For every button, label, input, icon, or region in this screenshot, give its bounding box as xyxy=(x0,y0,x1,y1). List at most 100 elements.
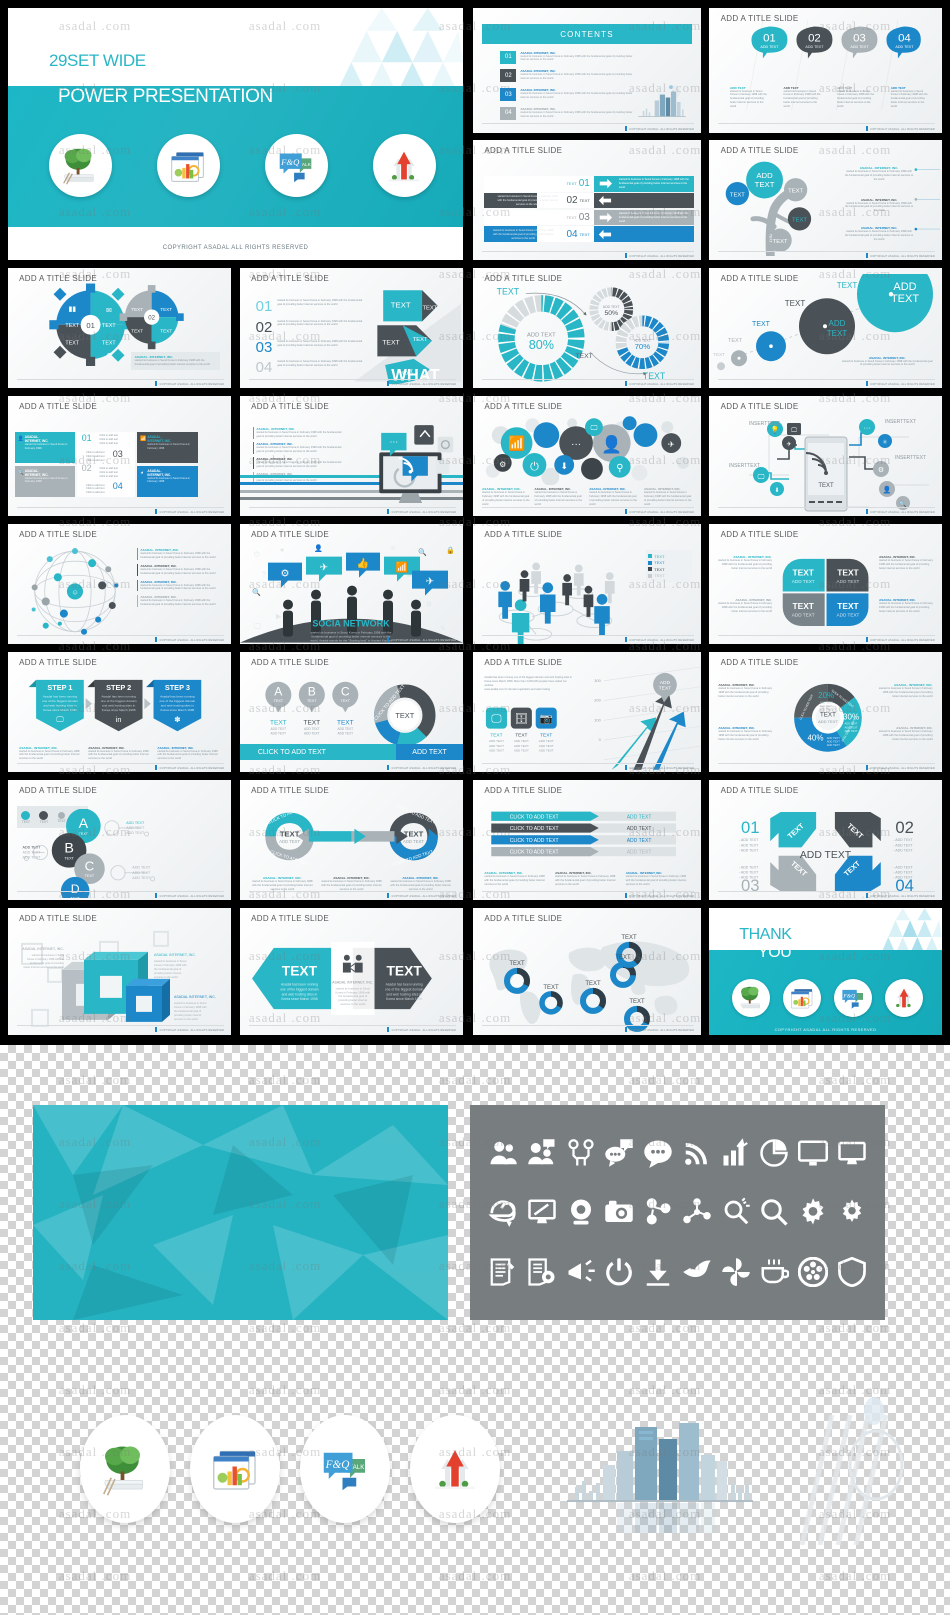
quad-body: started its business in Seoul Korea in F… xyxy=(718,559,772,570)
svg-text:providing better internet: providing better internet xyxy=(154,971,182,975)
slide-abc-donut[interactable]: ADD A TITLE SLIDE A B C TEXT TEXT TEXT TEXT … xyxy=(240,652,463,772)
svg-text:TEXT: TEXT xyxy=(792,601,814,611)
desktop-icon xyxy=(837,1141,866,1165)
slide-growing-circles[interactable]: ADD A TITLE SLIDE ADD TEXT ADD TEXT TEXT… xyxy=(709,268,942,388)
svg-text:🔍: 🔍 xyxy=(418,547,427,556)
slide-footer: COPYRIGHT ASADAL. ALL RIGHTS RESERVED xyxy=(155,765,224,770)
slide-title: ADD A TITLE SLIDE xyxy=(484,914,563,924)
red-arrow-icon xyxy=(410,1415,500,1523)
slide-arrow-rows[interactable]: ADD A TITLE SLIDE TEXT 01 02 TEXT TEXT 0… xyxy=(473,140,701,260)
quadrant-diagram: TEXT ADD TEXT TEXT ADD TEXT TEXT ADD TEX… xyxy=(782,558,869,626)
slide-arrow-bars[interactable]: ADD A TITLE SLIDE CLICK TO ADD TEXT CLIC… xyxy=(473,780,701,900)
slide-title: ADD A TITLE SLIDE xyxy=(720,530,799,539)
slide-contents[interactable]: CONTENTS 01 ASADAL INTERNET, INC. starte… xyxy=(473,8,701,133)
list-body: started its business in Seoul Korea in F… xyxy=(140,583,216,591)
download-icon xyxy=(646,1259,670,1286)
slide-donut-charts[interactable]: ADD A TITLE SLIDE ADD TEXT 80% ADD TEXT … xyxy=(473,268,701,388)
slide-3d-frames[interactable]: ADD A TITLE SLIDE ASADAL INTERNET, INC. … xyxy=(8,908,231,1035)
slide-pie-chart[interactable]: ADD A TITLE SLIDE TEXT ADD TEXT 20% ADD … xyxy=(709,652,942,772)
svg-text:ADD TEXT: ADD TEXT xyxy=(514,744,529,748)
svg-text:200: 200 xyxy=(595,698,602,703)
svg-text:B: B xyxy=(307,685,315,699)
svg-text:ADD TEXT: ADD TEXT xyxy=(133,865,152,869)
chat-bubble-icon xyxy=(644,1140,672,1168)
slide-title: ADD A TITLE SLIDE xyxy=(720,786,799,795)
svg-text:📶: 📶 xyxy=(508,435,525,452)
contents-row[interactable]: 03 ASADAL INTERNET, INC. started its bus… xyxy=(500,88,632,101)
svg-text:⚙: ⚙ xyxy=(878,466,884,474)
contents-number: 04 xyxy=(500,106,517,120)
slide-hexagons[interactable]: ADD A TITLE SLIDE TEXT Asadal has been r… xyxy=(240,908,463,1035)
contents-row[interactable]: 01 ASADAL INTERNET, INC. started its bus… xyxy=(500,50,632,64)
svg-text:ADD TEXT: ADD TEXT xyxy=(603,306,620,310)
slide-arrows-chart[interactable]: ADD A TITLE SLIDE Asadal has been runnin… xyxy=(473,652,701,772)
svg-text:TEXT: TEXT xyxy=(659,686,672,692)
slide-four-arrows[interactable]: ADD A TITLE SLIDE TEXT TEXT TEXT TEXT 01… xyxy=(709,780,942,900)
svg-text:ADD: ADD xyxy=(893,281,916,293)
svg-text:INSERTTEXT: INSERTTEXT xyxy=(885,419,916,425)
zigzag-arrow-diagram: TEXT TEXT TEXT TEXT TEXT WHAT xyxy=(353,290,461,385)
slide-four-blocks[interactable]: ADD A TITLE SLIDE ASADAL. INTERNET, INC. … xyxy=(8,396,231,516)
slide-title: ADD A TITLE SLIDE xyxy=(484,146,563,155)
contents-row[interactable]: 04 ASADAL INTERNET, INC. started its bus… xyxy=(500,106,632,120)
chart-window-icon xyxy=(783,979,822,1018)
svg-text:and web hosting sites in: and web hosting sites in xyxy=(281,992,317,996)
svg-text:ASADAL INTERNET, INC.: ASADAL INTERNET, INC. xyxy=(332,980,373,984)
svg-text:- ADD TEXT: - ADD TEXT xyxy=(893,871,913,875)
chart-window-icon xyxy=(190,1415,280,1523)
column-body: started its business in Seoul Korea in F… xyxy=(844,170,914,182)
slide-world-map[interactable]: ADD A TITLE SLIDE TEXT TEXT TEXT TEXT TE… xyxy=(473,908,701,1035)
camera-icon xyxy=(605,1201,634,1223)
svg-text:Korea since March 1998: Korea since March 1998 xyxy=(281,997,317,1001)
slide-title: ADD A TITLE SLIDE xyxy=(19,786,98,795)
quad-body: started its business in Seoul Korea in F… xyxy=(879,559,933,570)
hexagon-comparison-diagram: TEXT Asadal has been runningone of the b… xyxy=(251,941,432,1015)
slide-balloons[interactable]: ADD A TITLE SLIDE 01 02 03 04 ADD TEXT A… xyxy=(709,8,942,133)
slide-smartphone[interactable]: ADD A TITLE SLIDE TEXT 💡 ✈ 🖵 ⬇ ··· ⚛ ⚙ 👤… xyxy=(709,396,942,516)
svg-text:TEXT: TEXT xyxy=(491,733,503,739)
slide-monitor[interactable]: ADD A TITLE SLIDE ASADAL. INTERNET, INC.… xyxy=(240,396,463,516)
footer-divider xyxy=(482,506,695,508)
slide-infinity[interactable]: ADD A TITLE SLIDE TEXT ADD TEXT TEXT ADD… xyxy=(240,780,463,900)
thankyou-line1: THANK xyxy=(739,925,792,943)
thankyou-copyright: COPYRIGHT ASADAL ALL RIGHTS RESERVED xyxy=(774,1027,877,1033)
slide-cover[interactable]: 29SET WIDE POWER PRESENTATION TALK F&Q C… xyxy=(8,8,463,260)
svg-text:TEXT: TEXT xyxy=(621,935,637,941)
svg-text:providing better internet: providing better internet xyxy=(338,998,367,1002)
slide-title: ADD A TITLE SLIDE xyxy=(19,914,98,924)
slide-numbered-list[interactable]: ADD A TITLE SLIDE 01 started its busines… xyxy=(240,268,463,388)
svg-text:Korea since March 1998: Korea since March 1998 xyxy=(160,708,194,712)
slide-steps[interactable]: ADD A TITLE SLIDE STEP 1 STEP 2 STEP 3 A… xyxy=(8,652,231,772)
slide-network-sphere[interactable]: ADD A TITLE SLIDE ☺ ASADAL. INTERNET, IN… xyxy=(8,524,231,644)
svg-text:✉: ✉ xyxy=(106,308,112,315)
svg-text:ADD: ADD xyxy=(756,171,773,180)
slide-people-network[interactable]: ADD A TITLE SLIDE TEXT TEXT TEXT TEXT CO… xyxy=(473,524,701,644)
slide-bubbles[interactable]: ADD A TITLE SLIDE 📶 ··· 👤 ✈ ⚙ ⏻ ⬇ ⚲ 🖵 AS… xyxy=(473,396,701,516)
svg-text:TEXT: TEXT xyxy=(79,832,89,836)
slide-thank-you[interactable]: THANK YOU F&Q COPYRIGHT ASADAL ALL RIGHT… xyxy=(709,908,942,1035)
slide-tree-circles[interactable]: ADD A TITLE SLIDE ADD TEXT TEXT TEXT TEX… xyxy=(709,140,942,260)
power-icon xyxy=(606,1258,633,1286)
slide-social-network[interactable]: ADD A TITLE SLIDE ⏻♥👤 ⚛🔍🔒 🔍🕐🖵 ▶⚙✎ ?☁ xyxy=(240,524,463,644)
slide-gears[interactable]: ADD A TITLE SLIDE 01 TEXT TEXT TEXT TEXT… xyxy=(8,268,231,388)
arrow-icons xyxy=(598,178,612,240)
svg-text:02: 02 xyxy=(895,818,914,837)
contents-row[interactable]: 02 ASADAL INTERNET, INC. started its bus… xyxy=(500,69,632,83)
icon-grid xyxy=(484,1123,871,1302)
block-number: 02 xyxy=(81,463,92,474)
slide-title: ADD A TITLE SLIDE xyxy=(19,530,98,539)
svg-text:👤: 👤 xyxy=(314,543,323,552)
svg-text:TEXT: TEXT xyxy=(303,720,320,727)
svg-text:▶: ▶ xyxy=(276,613,282,620)
slide-title: ADD A TITLE SLIDE xyxy=(251,786,330,795)
footer-divider xyxy=(16,378,225,380)
svg-text:TEXT: TEXT xyxy=(768,234,772,243)
slide-abcd-circles[interactable]: ADD A TITLE SLIDE TEXT TEXT TEXT TEXT AB… xyxy=(8,780,231,900)
slide-quadrant[interactable]: ADD A TITLE SLIDE TEXT ADD TEXT TEXT ADD… xyxy=(709,524,942,644)
legend-label: TEXT xyxy=(654,553,665,559)
caption-body: started its business in Seoul Korea in F… xyxy=(625,875,687,886)
slide-title: ADD A TITLE SLIDE xyxy=(484,786,563,795)
red-arrow-icon xyxy=(372,134,436,197)
contents-number: 01 xyxy=(500,50,517,64)
connector-lines xyxy=(914,168,941,231)
